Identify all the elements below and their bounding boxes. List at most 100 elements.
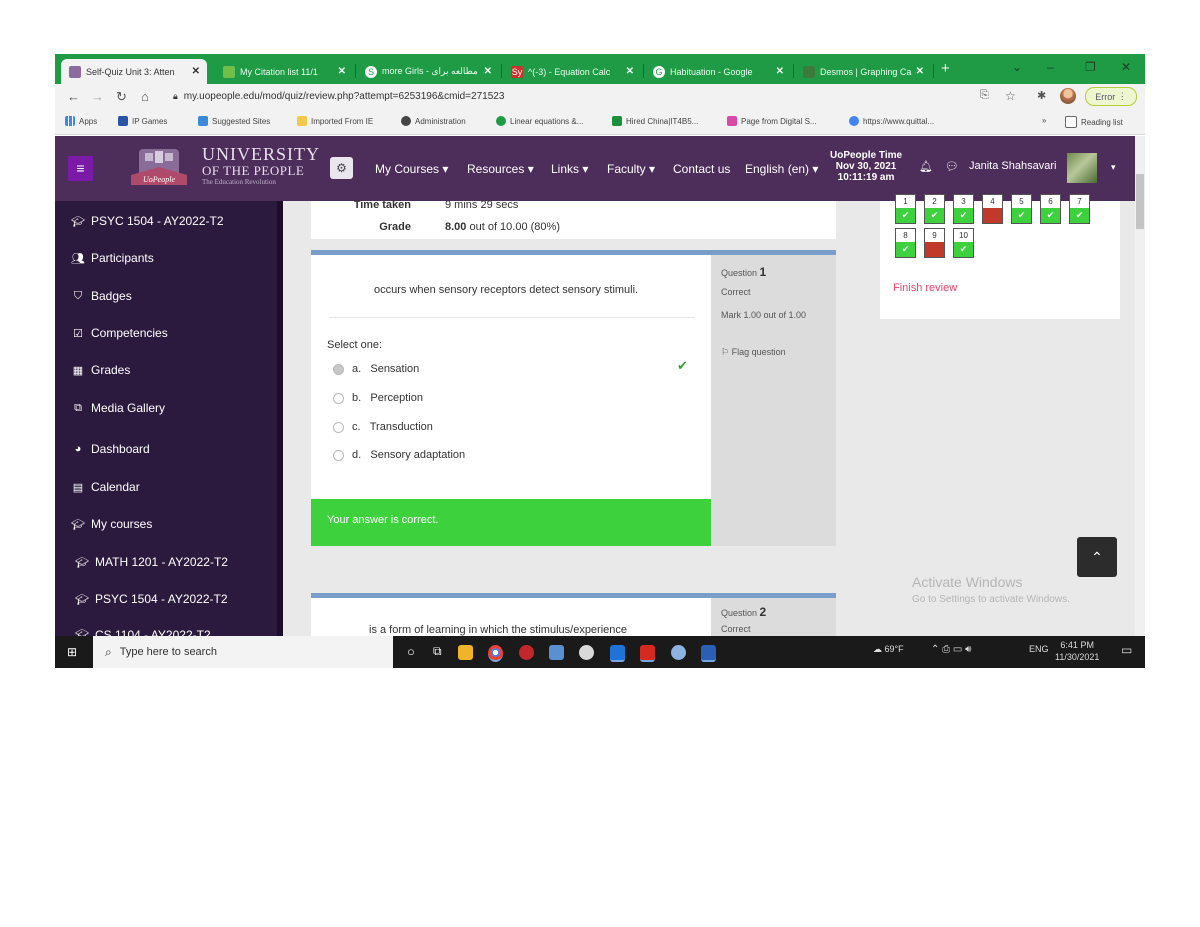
nav-contact-us[interactable]: Contact us [673,162,730,176]
share-icon[interactable]: ⎘ [980,89,989,102]
flag-question[interactable]: ⚐ Flag question [721,347,786,358]
error-button[interactable]: Error ⋮ [1085,87,1137,106]
restore-icon[interactable]: ❐ [1085,60,1096,74]
nav-my-courses[interactable]: My Courses ▾ [375,162,448,176]
quiz-nav-question-9[interactable]: 9 [924,228,945,258]
user-menu-caret-icon[interactable]: ▾ [1111,162,1116,173]
tab-citation[interactable]: My Citation list 11/1 ✕ [215,59,353,84]
radio-selected[interactable] [333,363,344,375]
taskbar-clock[interactable]: 6:41 PM 11/30/2021 [1055,639,1099,663]
minimize-icon[interactable]: – [1047,60,1054,74]
task-view-icon[interactable]: ⧉ [433,644,442,659]
sidebar-item-cs1104[interactable]: 🎓︎ CS 1104 - AY2022-T2 [75,628,211,636]
bookmark-ip-games[interactable]: IP Games [118,116,167,126]
sidebar-item-competencies[interactable]: ☑ Competencies [71,326,168,340]
word-icon[interactable] [701,645,716,662]
sidebar-item-my-courses[interactable]: 🎓︎ My courses [71,517,152,531]
sidebar-item-badges[interactable]: ⛉ Badges [71,289,132,303]
cortana-icon[interactable]: ○ [407,644,415,659]
more-bookmarks-icon[interactable]: » [1042,116,1046,125]
back-to-top-button[interactable]: ⌃ [1077,537,1117,577]
user-avatar[interactable] [1067,153,1097,183]
messages-chat-icon[interactable]: 💬︎ [945,160,959,173]
bookmark-star-icon[interactable]: ☆ [1005,89,1016,103]
bookmark-linear-equations[interactable]: Linear equations &... [496,116,583,126]
tab-desmos[interactable]: Desmos | Graphing Ca ✕ [795,59,931,84]
tab-search-icon[interactable]: ⌄ [1012,60,1022,74]
close-tab-icon[interactable]: ✕ [192,66,200,77]
app-red-icon[interactable] [519,645,534,660]
finish-review-link[interactable]: Finish review [893,282,957,294]
user-name[interactable]: Janita Shahsavari [969,160,1056,172]
quiz-nav-question-10[interactable]: 10 ✔ [953,228,974,258]
home-icon[interactable]: ⌂ [141,89,149,104]
back-icon[interactable]: ← [67,89,80,104]
quiz-nav-question-3[interactable]: 3 ✔ [953,194,974,224]
acrobat-icon[interactable] [640,645,655,662]
language-indicator[interactable]: ENG [1029,644,1049,654]
quiz-nav-question-8[interactable]: 8 ✔ [895,228,916,258]
address-bar[interactable]: 🔒︎ my.uopeople.edu/mod/quiz/review.php?a… [173,87,1033,105]
extensions-icon[interactable]: ✱ [1037,89,1046,102]
tab-equation[interactable]: Sy ^(-3) - Equation Calc ✕ [503,59,641,84]
sidebar-item-math1201[interactable]: 🎓︎ MATH 1201 - AY2022-T2 [75,555,228,569]
app-grey-icon[interactable] [579,645,594,660]
notifications-icon[interactable]: ▭ [1121,643,1132,657]
new-tab-button[interactable]: + [941,60,950,77]
option-b[interactable]: b. Perception [333,392,423,404]
sidebar-item-calendar[interactable]: ▤ Calendar [71,480,140,494]
app-blue-icon[interactable] [610,645,625,662]
forward-icon[interactable]: → [91,89,104,104]
sidebar-item-media-gallery[interactable]: ⧉ Media Gallery [71,401,165,415]
tray-icons[interactable]: ⌃ ⎙ ▭ 🔊︎ [931,644,971,655]
weather-widget[interactable]: ☁ 69°F [873,644,904,655]
reload-icon[interactable]: ↻ [116,89,127,105]
radio-button[interactable] [333,421,344,433]
quiz-nav-question-6[interactable]: 6 ✔ [1040,194,1061,224]
close-tab-icon[interactable]: ✕ [484,66,492,77]
reading-list[interactable]: Reading list [1065,116,1123,128]
radio-button[interactable] [333,449,344,461]
bookmark-quittal[interactable]: https://www.quittal... [849,116,934,126]
bookmark-suggested-sites[interactable]: Suggested Sites [198,116,270,126]
close-tab-icon[interactable]: ✕ [626,66,634,77]
nav-faculty[interactable]: Faculty ▾ [607,162,655,176]
sidebar-item-grades[interactable]: ▦ Grades [71,363,131,377]
bookmark-hired-china[interactable]: Hired China|IT4B5... [612,116,698,126]
bookmark-digital[interactable]: Page from Digital S... [727,116,817,126]
bookmark-apps[interactable]: Apps [65,116,97,126]
option-a[interactable]: a. Sensation [333,363,419,375]
sidebar-item-dashboard[interactable]: ◕ Dashboard [71,442,150,456]
quiz-nav-question-2[interactable]: 2 ✔ [924,194,945,224]
tab-google[interactable]: G Habituation - Google ✕ [645,59,791,84]
sidebar-item-psyc1504[interactable]: 🎓︎ PSYC 1504 - AY2022-T2 [71,214,224,228]
menu-hamburger-icon[interactable]: ≡ [68,156,93,181]
close-window-icon[interactable]: ✕ [1121,60,1131,74]
quiz-nav-question-1[interactable]: 1 ✔ [895,194,916,224]
notifications-bell-icon[interactable]: 🔔︎ [919,160,933,173]
scrollbar-thumb[interactable] [1136,174,1144,229]
windows-start-icon[interactable]: ⊞ [67,645,77,659]
sidebar-item-participants[interactable]: 👥︎ Participants [71,251,154,265]
tab-quiz[interactable]: Self-Quiz Unit 3: Atten ✕ [61,59,207,84]
close-tab-icon[interactable]: ✕ [338,66,346,77]
nav-resources[interactable]: Resources ▾ [467,162,534,176]
option-d[interactable]: d. Sensory adaptation [333,449,465,461]
nav-links[interactable]: Links ▾ [551,162,588,176]
tab-article[interactable]: S more Girls - مطالعه برای ✕ [357,59,499,84]
app-light-icon[interactable] [671,645,686,660]
quiz-nav-question-7[interactable]: 7 ✔ [1069,194,1090,224]
sidebar-item-psyc1504-course[interactable]: 🎓︎ PSYC 1504 - AY2022-T2 [75,592,228,606]
bookmark-imported[interactable]: Imported From IE [297,116,373,126]
uopeople-logo[interactable]: UoPeople [125,145,193,189]
taskbar-search-box[interactable]: ⌕ Type here to search [93,636,393,668]
chrome-icon[interactable] [488,645,503,662]
calculator-icon[interactable] [549,645,564,660]
quiz-nav-question-5[interactable]: 5 ✔ [1011,194,1032,224]
close-tab-icon[interactable]: ✕ [916,66,924,77]
file-explorer-icon[interactable] [458,645,473,660]
profile-avatar[interactable] [1060,88,1076,104]
nav-language[interactable]: English (en) ▾ [745,162,818,176]
quiz-nav-question-4[interactable]: 4 [982,194,1003,224]
bookmark-administration[interactable]: Administration [401,116,466,126]
